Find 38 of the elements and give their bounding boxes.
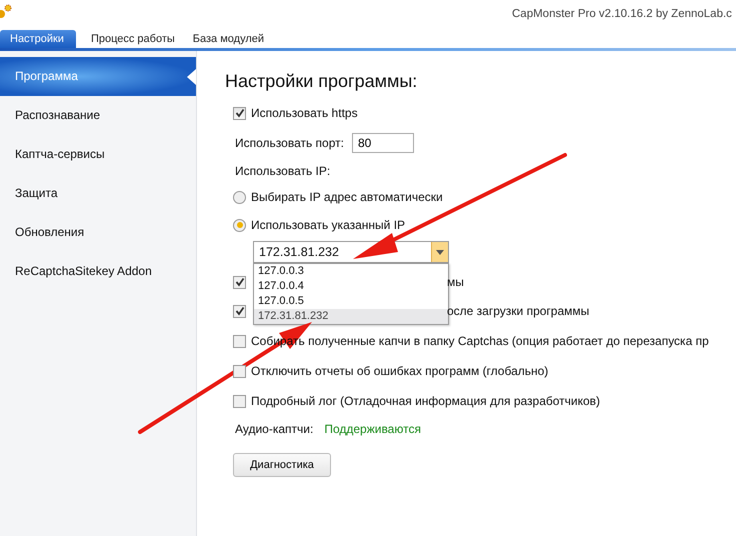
port-field[interactable]: 80: [352, 133, 414, 153]
caret-icon: [436, 250, 444, 254]
checkbox[interactable]: [233, 394, 246, 408]
audio-captcha-label: Аудио-каптчи:: [235, 422, 314, 436]
radio-button[interactable]: [233, 190, 246, 204]
sidebar-item[interactable]: Распознавание: [0, 96, 196, 135]
app-logo-icon: [0, 2, 14, 20]
section-heading: Настройки программы:: [225, 71, 418, 93]
window-title: CapMonster Pro v2.10.16.2 by ZennoLab.c: [512, 8, 732, 20]
dropdown-option[interactable]: 127.0.0.5: [254, 294, 448, 309]
checkbox-label: Подробный лог (Отладочная информация для разработчиков): [251, 394, 600, 408]
sidebar-item[interactable]: Каптча-сервисы: [0, 135, 196, 174]
checkbox[interactable]: [233, 334, 246, 348]
dropdown-option[interactable]: 127.0.0.3: [254, 264, 448, 279]
tab[interactable]: Процесс работы: [82, 30, 184, 48]
checkbox-label: Использовать https: [251, 106, 358, 120]
dropdown-option[interactable]: 172.31.81.232: [254, 309, 448, 324]
ip-combo-box[interactable]: 172.31.81.232: [253, 241, 449, 263]
tab[interactable]: Настройки: [0, 30, 76, 48]
sidebar-item[interactable]: Обновления: [0, 213, 196, 252]
audio-captcha-status: Поддерживаются: [324, 422, 421, 436]
checkbox[interactable]: [233, 276, 246, 288]
checkbox-label: мы: [447, 275, 464, 289]
checkbox-label: Отключить отчеты об ошибках программ (глобально): [251, 364, 548, 378]
checkbox-label: осле загрузки программы: [447, 304, 590, 318]
radio-label: Использовать указанный IP: [251, 218, 406, 232]
tab[interactable]: База модулей: [184, 30, 274, 48]
port-label: Использовать порт:: [235, 136, 344, 150]
checkbox[interactable]: [233, 304, 246, 318]
radio-button[interactable]: [233, 218, 246, 232]
dropdown-option[interactable]: 127.0.0.4: [254, 279, 448, 294]
ip-label: Использовать IP:: [235, 164, 330, 178]
radio-label: Выбирать IP адрес автоматически: [251, 190, 443, 204]
checkbox[interactable]: [233, 364, 246, 378]
sidebar-item[interactable]: ReCaptchaSitekey Addon: [0, 252, 196, 291]
sidebar-item[interactable]: Защита: [0, 174, 196, 213]
checkbox[interactable]: [233, 106, 246, 120]
diagnostics-button[interactable]: Диагностика: [233, 453, 331, 477]
